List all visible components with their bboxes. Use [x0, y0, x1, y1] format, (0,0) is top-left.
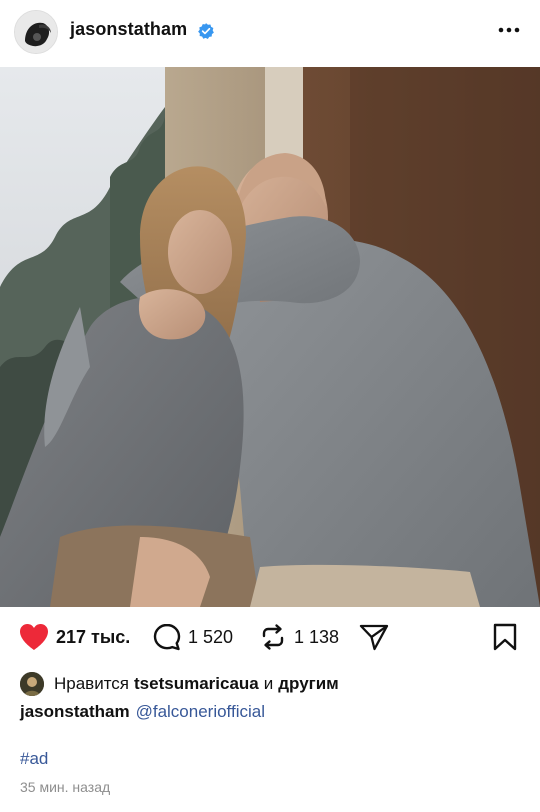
liked-by-conjunction: и	[263, 674, 274, 693]
more-options-icon[interactable]	[496, 20, 522, 40]
comments-count: 1 520	[188, 626, 234, 647]
post-timestamp: 35 мин. назад	[20, 779, 111, 795]
repost-button[interactable]: 1 138	[258, 622, 339, 652]
share-icon	[359, 624, 389, 651]
post-header: jasonstatham	[0, 0, 540, 64]
post-photo[interactable]	[0, 67, 540, 607]
share-button[interactable]	[358, 622, 390, 652]
post-username[interactable]: jasonstatham	[70, 19, 187, 40]
reposts-count: 1 138	[294, 626, 340, 647]
caption-username[interactable]: jasonstatham	[20, 702, 130, 721]
heart-icon	[20, 624, 48, 650]
post-caption: jasonstatham @falconeriofficial	[20, 702, 265, 722]
comment-button[interactable]: 1 520	[152, 622, 233, 652]
verified-badge-icon	[198, 23, 214, 39]
caption-hashtag[interactable]: #ad	[20, 749, 48, 769]
liked-by-prefix: Нравится	[54, 674, 130, 693]
post-actions-bar: 217 тыс. 1 520 1 138	[0, 612, 540, 664]
liked-by-line: Нравится tsetsumaricauа и другим	[20, 672, 344, 696]
repost-icon	[262, 624, 284, 650]
bookmark-button[interactable]	[492, 622, 518, 652]
comment-icon	[153, 623, 181, 651]
profile-avatar[interactable]	[14, 10, 58, 54]
likes-count[interactable]: 217 тыс.	[56, 627, 130, 648]
bookmark-icon	[493, 623, 517, 651]
liked-by-username[interactable]: tsetsumaricauа	[134, 674, 259, 694]
caption-mention[interactable]: @falconeriofficial	[136, 702, 265, 721]
liker-avatar[interactable]	[20, 672, 44, 696]
liked-by-others[interactable]: другим	[278, 674, 339, 694]
like-button[interactable]: 217 тыс.	[18, 622, 130, 652]
